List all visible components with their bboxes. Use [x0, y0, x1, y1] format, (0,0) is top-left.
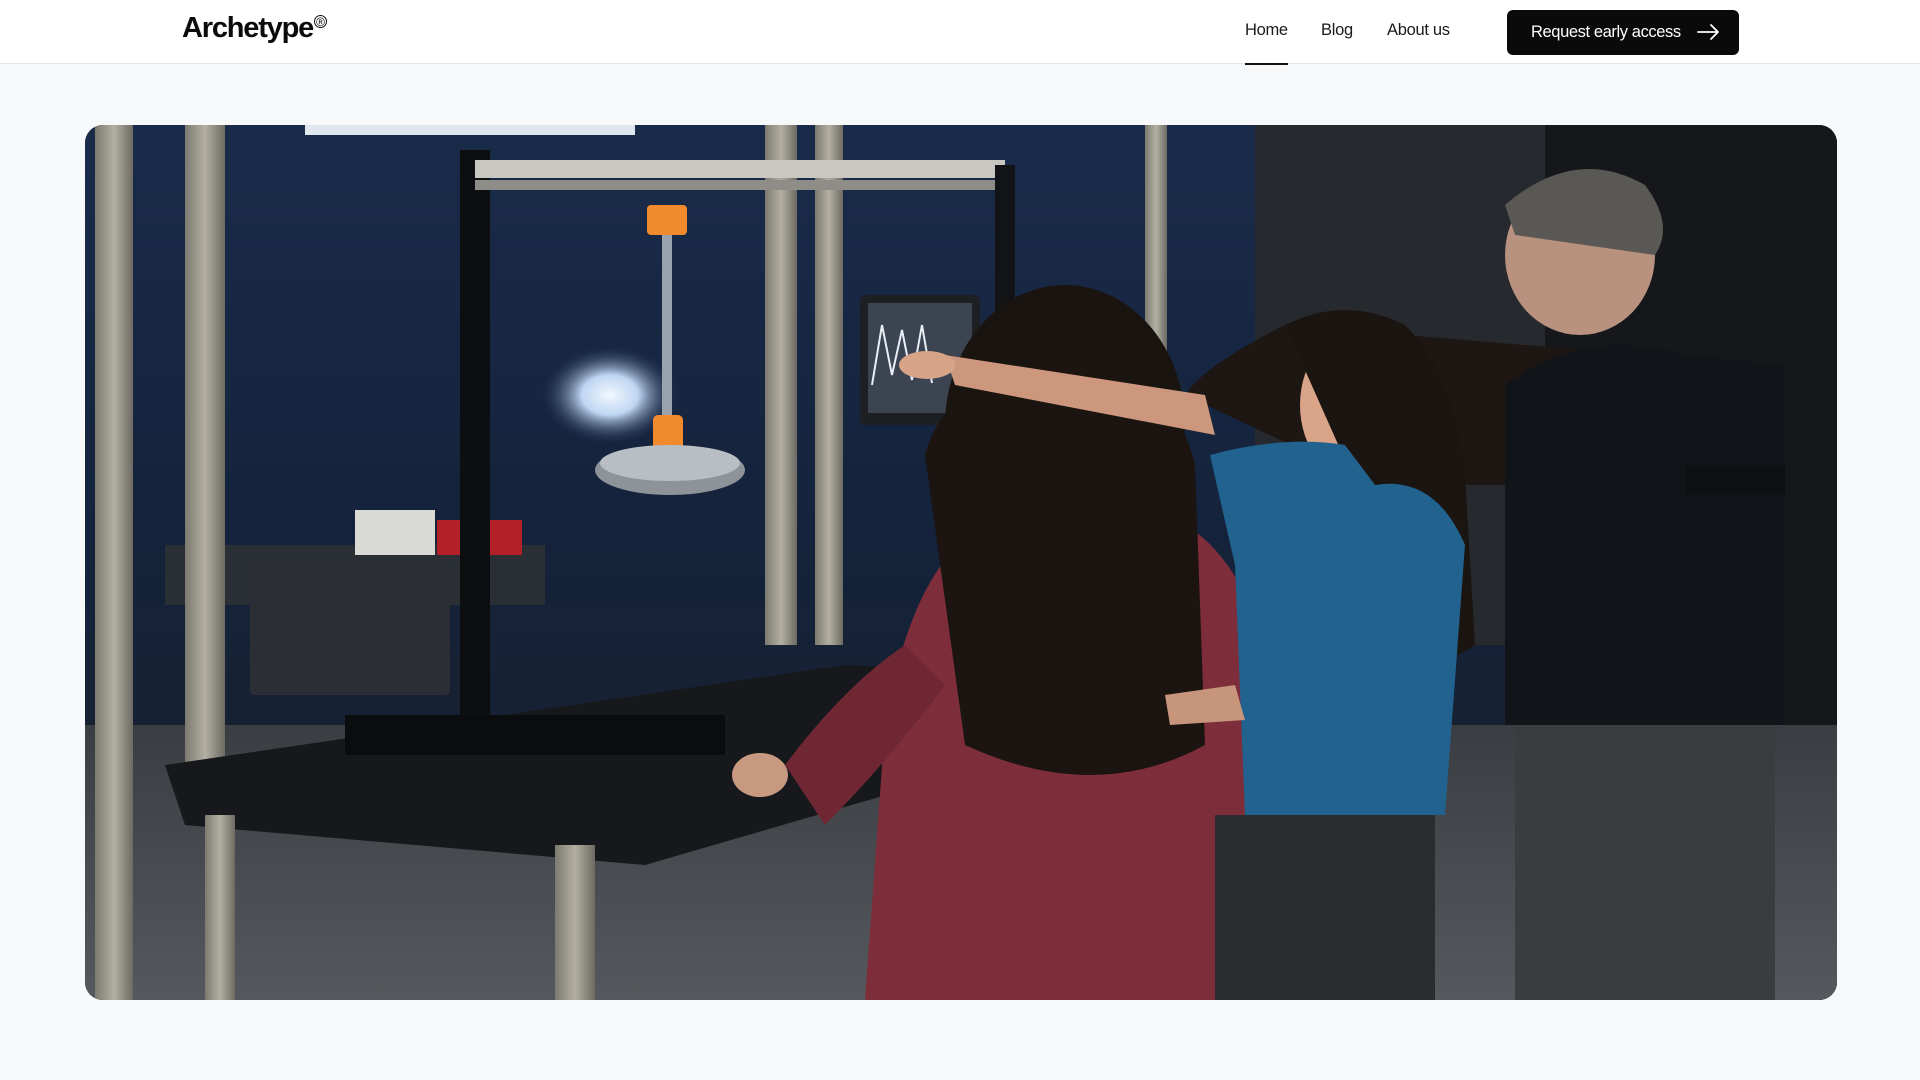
- cta-label: Request early access: [1531, 23, 1681, 41]
- nav-item-about-us[interactable]: About us: [1387, 21, 1450, 40]
- registered-mark: ®: [314, 15, 328, 29]
- nav-item-home[interactable]: Home: [1245, 21, 1288, 65]
- brand-name: Archetype: [182, 12, 314, 44]
- hero-video[interactable]: [85, 125, 1837, 1000]
- request-early-access-button[interactable]: Request early access: [1507, 10, 1739, 55]
- top-navigation-bar: Archetype ® Home Blog About us Request e…: [0, 0, 1920, 65]
- hero-video-frame: [85, 125, 1837, 1000]
- arrow-right-icon: [1697, 24, 1719, 40]
- brand-logo[interactable]: Archetype ®: [182, 12, 328, 45]
- nav-item-blog[interactable]: Blog: [1321, 21, 1353, 40]
